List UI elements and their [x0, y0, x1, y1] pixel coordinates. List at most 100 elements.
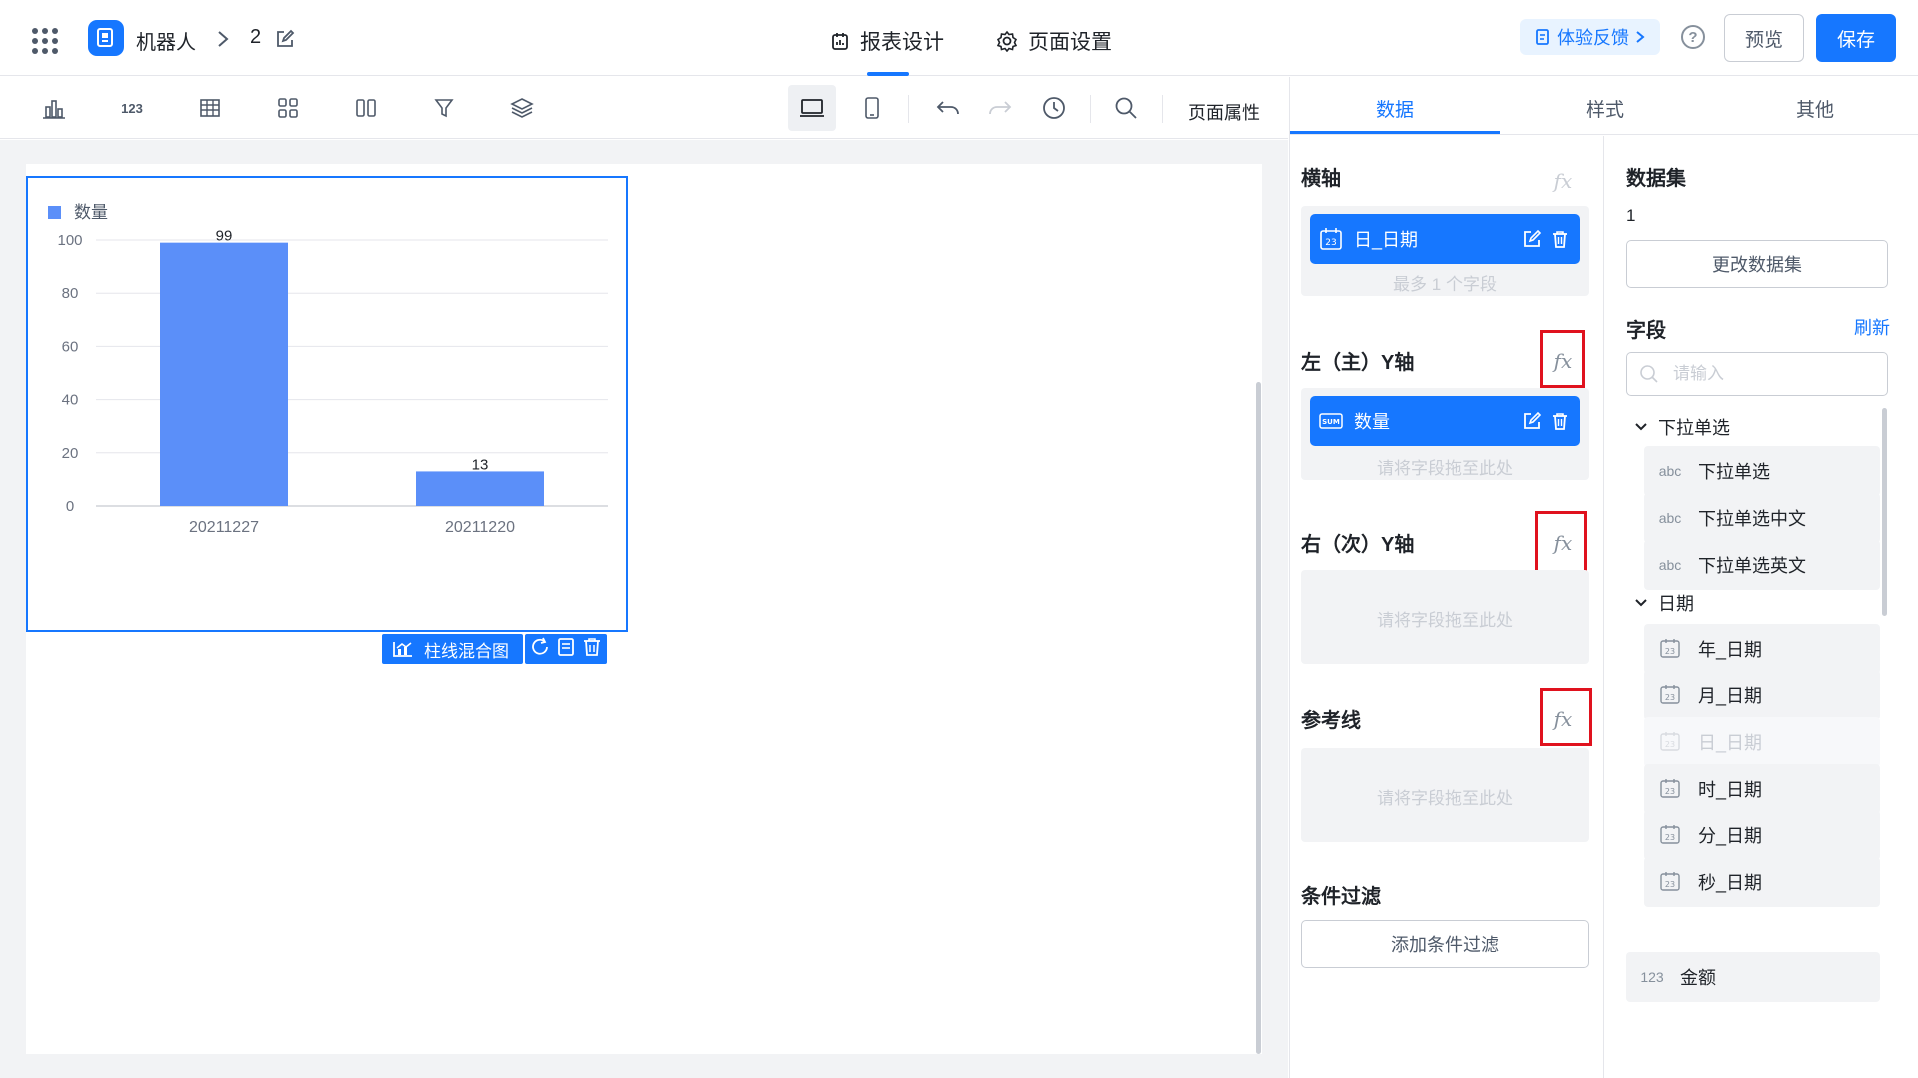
tab-style[interactable]: 样式	[1586, 95, 1624, 122]
tab-data[interactable]: 数据	[1376, 95, 1414, 122]
desktop-icon[interactable]	[788, 85, 836, 131]
trash-icon[interactable]	[1550, 411, 1570, 431]
bar	[416, 471, 544, 506]
chart-type-label: 柱线混合图	[424, 641, 509, 661]
refresh-fields-link[interactable]: 刷新	[1854, 314, 1890, 340]
component-toolbar: 123 页面属性	[0, 77, 1288, 139]
copy-icon[interactable]	[555, 636, 577, 663]
right-y-axis-dropzone[interactable]: 请将字段拖至此处	[1301, 570, 1589, 664]
field-item[interactable]: 123 金额	[1626, 952, 1880, 1002]
chart-type-button[interactable]: 柱线混合图	[382, 634, 523, 664]
active-tab-indicator	[867, 72, 909, 76]
field-item[interactable]: 23 年_日期	[1644, 624, 1880, 674]
fx-formula-icon[interactable]: fx	[1550, 168, 1576, 194]
breadcrumb-app-name[interactable]: 机器人	[136, 26, 196, 55]
edit-icon[interactable]	[1522, 411, 1542, 431]
refresh-icon[interactable]	[529, 636, 551, 663]
tab-report-design[interactable]: 报表设计	[830, 26, 944, 56]
history-icon[interactable]	[1036, 91, 1072, 125]
feedback-button[interactable]: 体验反馈	[1520, 19, 1660, 55]
sum-icon: SUM	[1319, 413, 1343, 429]
chevron-down-icon	[1635, 423, 1647, 431]
text-type-icon: abc	[1658, 510, 1682, 526]
layers-icon[interactable]	[504, 91, 540, 125]
search-icon[interactable]	[1108, 91, 1144, 125]
field-item[interactable]: 23 日_日期	[1644, 717, 1880, 767]
x-axis-dropzone[interactable]: 23 日_日期 最多 1 个字段	[1301, 206, 1589, 296]
delete-icon[interactable]	[581, 636, 603, 663]
reference-line-dropzone[interactable]: 请将字段拖至此处	[1301, 748, 1589, 842]
field-item-name: 月_日期	[1698, 686, 1763, 706]
field-group-date[interactable]: 日期	[1634, 590, 1694, 616]
bar-line-chart-widget[interactable]: 数量 0 20 40 60 80 100 99 20211227 13 20211220	[26, 176, 628, 632]
x-tick-label: 20211227	[189, 519, 259, 536]
filter-icon[interactable]	[426, 91, 462, 125]
field-item[interactable]: abc 下拉单选英文	[1644, 540, 1880, 590]
change-dataset-button[interactable]: 更改数据集	[1626, 240, 1888, 288]
legend-swatch	[48, 206, 61, 219]
tab-page-settings[interactable]: 页面设置	[996, 26, 1112, 56]
chevron-down-icon	[1635, 599, 1647, 607]
dataset-title: 数据集	[1626, 168, 1686, 190]
field-list-scrollbar[interactable]	[1882, 408, 1887, 616]
axis-config-column: 横轴 fx 23 日_日期 最多 1 个字段 左（主）Y轴 fx SUM 数量 …	[1289, 136, 1603, 1078]
edit-name-icon[interactable]	[274, 28, 296, 50]
reference-line-hint: 请将字段拖至此处	[1377, 789, 1513, 808]
preview-button[interactable]: 预览	[1724, 14, 1804, 62]
page-properties-button[interactable]: 页面属性	[1188, 99, 1260, 125]
toolbar-divider	[908, 95, 909, 123]
calendar-icon: 23	[1652, 637, 1688, 662]
toolbar-divider	[1090, 95, 1091, 123]
field-item[interactable]: abc 下拉单选中文	[1644, 493, 1880, 543]
svg-text:23: 23	[1665, 787, 1675, 796]
right-y-axis-title: 右（次）Y轴	[1301, 534, 1415, 556]
y-tick-label: 40	[62, 392, 79, 409]
feedback-icon	[1536, 29, 1549, 45]
bar-chart-icon[interactable]	[36, 91, 72, 125]
left-y-axis-field-pill[interactable]: SUM 数量	[1310, 396, 1580, 446]
svg-text:23: 23	[1665, 693, 1675, 702]
number-type-icon: 123	[1640, 969, 1664, 985]
save-button[interactable]: 保存	[1816, 14, 1896, 62]
edit-icon[interactable]	[1522, 229, 1542, 249]
field-item[interactable]: 23 月_日期	[1644, 670, 1880, 720]
gear-icon	[996, 30, 1018, 52]
canvas-scrollbar[interactable]	[1256, 382, 1261, 1054]
field-item[interactable]: 23 秒_日期	[1644, 857, 1880, 907]
field-item-name: 下拉单选英文	[1698, 556, 1806, 576]
x-axis-field-pill[interactable]: 23 日_日期	[1310, 214, 1580, 264]
undo-icon[interactable]	[930, 91, 966, 125]
app-grid-icon[interactable]	[32, 28, 58, 54]
calendar-icon: 23	[1652, 870, 1688, 895]
redo-icon[interactable]	[982, 91, 1018, 125]
tab-other[interactable]: 其他	[1796, 95, 1834, 122]
grid-layout-icon[interactable]	[270, 91, 306, 125]
field-search-box	[1626, 352, 1888, 396]
field-item[interactable]: abc 下拉单选	[1644, 446, 1880, 496]
mixed-chart-icon	[393, 642, 412, 657]
svg-text:23: 23	[1325, 238, 1336, 248]
field-group-dropdown[interactable]: 下拉单选	[1634, 414, 1730, 440]
field-item-name: 下拉单选中文	[1698, 509, 1806, 529]
highlight-box	[1540, 330, 1585, 388]
trash-icon[interactable]	[1550, 229, 1570, 249]
field-group-name: 日期	[1658, 594, 1694, 614]
field-item-name: 秒_日期	[1698, 873, 1763, 893]
field-search-input[interactable]	[1673, 364, 1873, 384]
table-icon[interactable]	[192, 91, 228, 125]
calendar-icon: 23	[1652, 683, 1688, 708]
columns-icon[interactable]	[348, 91, 384, 125]
field-item-name: 下拉单选	[1698, 462, 1770, 482]
mobile-icon[interactable]	[854, 91, 890, 125]
field-group-name: 下拉单选	[1658, 418, 1730, 438]
left-y-axis-dropzone[interactable]: SUM 数量 请将字段拖至此处	[1301, 388, 1589, 480]
add-condition-filter-button[interactable]: 添加条件过滤	[1301, 920, 1589, 968]
tab-page-settings-label: 页面设置	[1028, 31, 1112, 54]
app-logo-icon	[88, 20, 124, 56]
number-icon[interactable]: 123	[114, 91, 150, 125]
field-item[interactable]: 23 时_日期	[1644, 764, 1880, 814]
help-icon[interactable]: ?	[1681, 25, 1705, 49]
field-item[interactable]: 23 分_日期	[1644, 810, 1880, 860]
y-tick-label: 80	[62, 285, 79, 302]
svg-text:SUM: SUM	[1322, 418, 1340, 426]
